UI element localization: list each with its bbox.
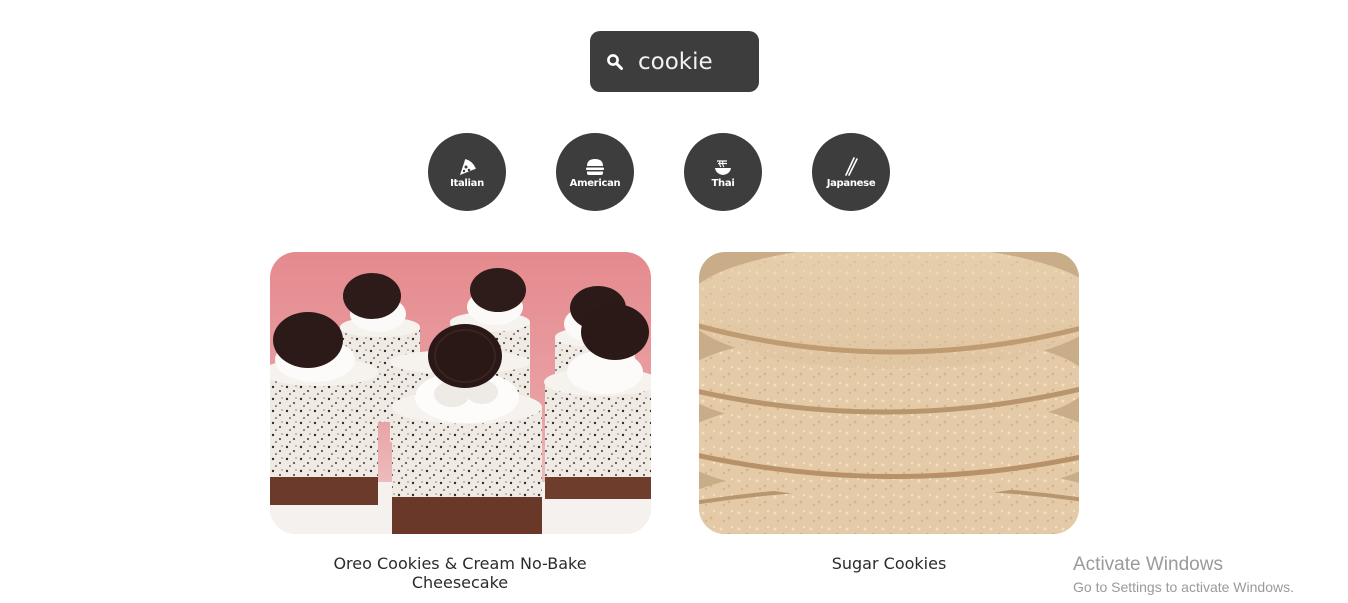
search-icon [607, 53, 623, 70]
noodle-bowl-icon [715, 160, 731, 175]
chopsticks-icon [845, 157, 858, 176]
recipe-card-image-sugar-cookies[interactable] [699, 252, 1079, 534]
category-japanese-button[interactable]: Japanese [812, 133, 890, 211]
watermark-subtitle: Go to Settings to activate Windows. [1073, 579, 1294, 595]
recipe-card-image-oreo-cheesecake[interactable] [270, 252, 651, 534]
category-label: American [569, 178, 621, 189]
recipe-title-oreo-cheesecake[interactable]: Oreo Cookies & Cream No-Bake Cheesecake [300, 554, 620, 592]
category-italian-button[interactable]: Italian [428, 133, 506, 211]
category-label: Italian [450, 178, 484, 189]
burger-icon [586, 159, 604, 175]
pizza-icon [460, 159, 476, 175]
recipe-title-sugar-cookies[interactable]: Sugar Cookies [739, 554, 1039, 573]
oreo-cheesecake-photo [270, 252, 651, 534]
category-label: Japanese [826, 178, 876, 189]
sugar-cookies-photo [699, 252, 1079, 534]
activate-windows-watermark: Activate Windows Go to Settings to activ… [1073, 554, 1294, 595]
category-label: Thai [711, 178, 735, 189]
recipe-search-page: Italian American Thai Japanese [0, 0, 1348, 603]
search-bar[interactable] [590, 31, 759, 92]
category-american-button[interactable]: American [556, 133, 634, 211]
watermark-title: Activate Windows [1073, 554, 1223, 575]
search-input[interactable] [638, 41, 726, 82]
category-thai-button[interactable]: Thai [684, 133, 762, 211]
